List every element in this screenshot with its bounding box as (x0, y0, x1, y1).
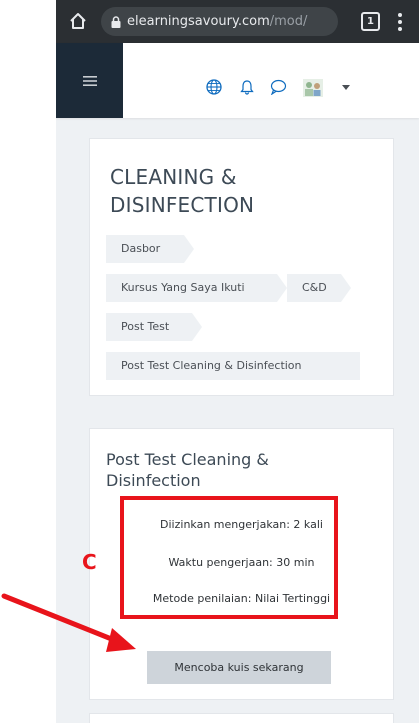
user-menu-caret-icon[interactable] (342, 85, 350, 90)
address-bar[interactable]: elearningsavoury.com/mod/ (101, 7, 338, 36)
page-title: CLEANING & DISINFECTION (110, 165, 255, 217)
site-navbar (56, 43, 419, 118)
breadcrumb-item-course[interactable]: C&D (287, 274, 351, 302)
browser-toolbar: elearningsavoury.com/mod/ 1 (56, 0, 419, 43)
drawer-toggle-button[interactable] (56, 43, 123, 118)
breadcrumb-item-courses[interactable]: Kursus Yang Saya Ikuti (106, 274, 287, 302)
notification-bell-icon[interactable] (240, 79, 254, 95)
quiz-title: Post Test Cleaning & Disinfection (106, 450, 269, 490)
hamburger-icon (82, 75, 97, 86)
home-icon[interactable] (68, 11, 88, 31)
url-text: elearningsavoury.com/mod/ (127, 14, 307, 29)
breadcrumb-item-section[interactable]: Post Test (106, 313, 202, 341)
breadcrumb-item-dasbor[interactable]: Dasbor (106, 235, 194, 263)
tab-switcher-button[interactable]: 1 (361, 12, 380, 31)
url-path: /mod/ (269, 14, 308, 29)
lock-icon (111, 15, 121, 28)
user-avatar[interactable] (303, 79, 323, 97)
language-globe-icon[interactable] (206, 79, 222, 95)
page-header-card: CLEANING & DISINFECTION Dasbor Kursus Ya… (89, 138, 394, 396)
more-options-icon[interactable] (397, 12, 403, 32)
url-domain: elearningsavoury.com (127, 14, 270, 29)
annotation-arrow-icon (1, 593, 136, 652)
next-card (89, 713, 394, 723)
attempt-quiz-button[interactable]: Mencoba kuis sekarang (147, 651, 331, 684)
annotation-label: C (82, 550, 97, 574)
breadcrumb-item-current: Post Test Cleaning & Disinfection (106, 352, 360, 380)
messages-bubble-icon[interactable] (270, 79, 287, 95)
